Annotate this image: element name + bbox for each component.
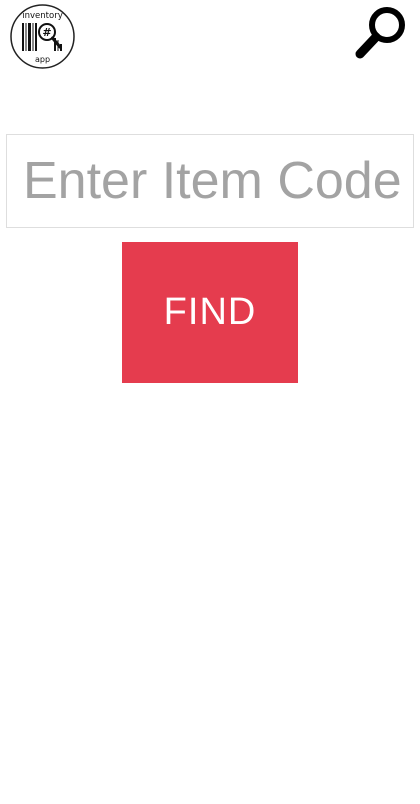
item-code-field-container xyxy=(6,134,414,228)
find-button[interactable]: FIND xyxy=(122,242,298,383)
logo-text-bottom: app xyxy=(35,55,50,64)
logo-hash-symbol: # xyxy=(42,26,51,39)
inventory-app-logo-icon: inventory # app xyxy=(10,4,75,69)
app-logo: inventory # app xyxy=(10,4,75,69)
logo-text-top: inventory xyxy=(22,11,62,21)
search-icon[interactable] xyxy=(352,4,410,62)
item-code-input[interactable] xyxy=(7,135,413,227)
